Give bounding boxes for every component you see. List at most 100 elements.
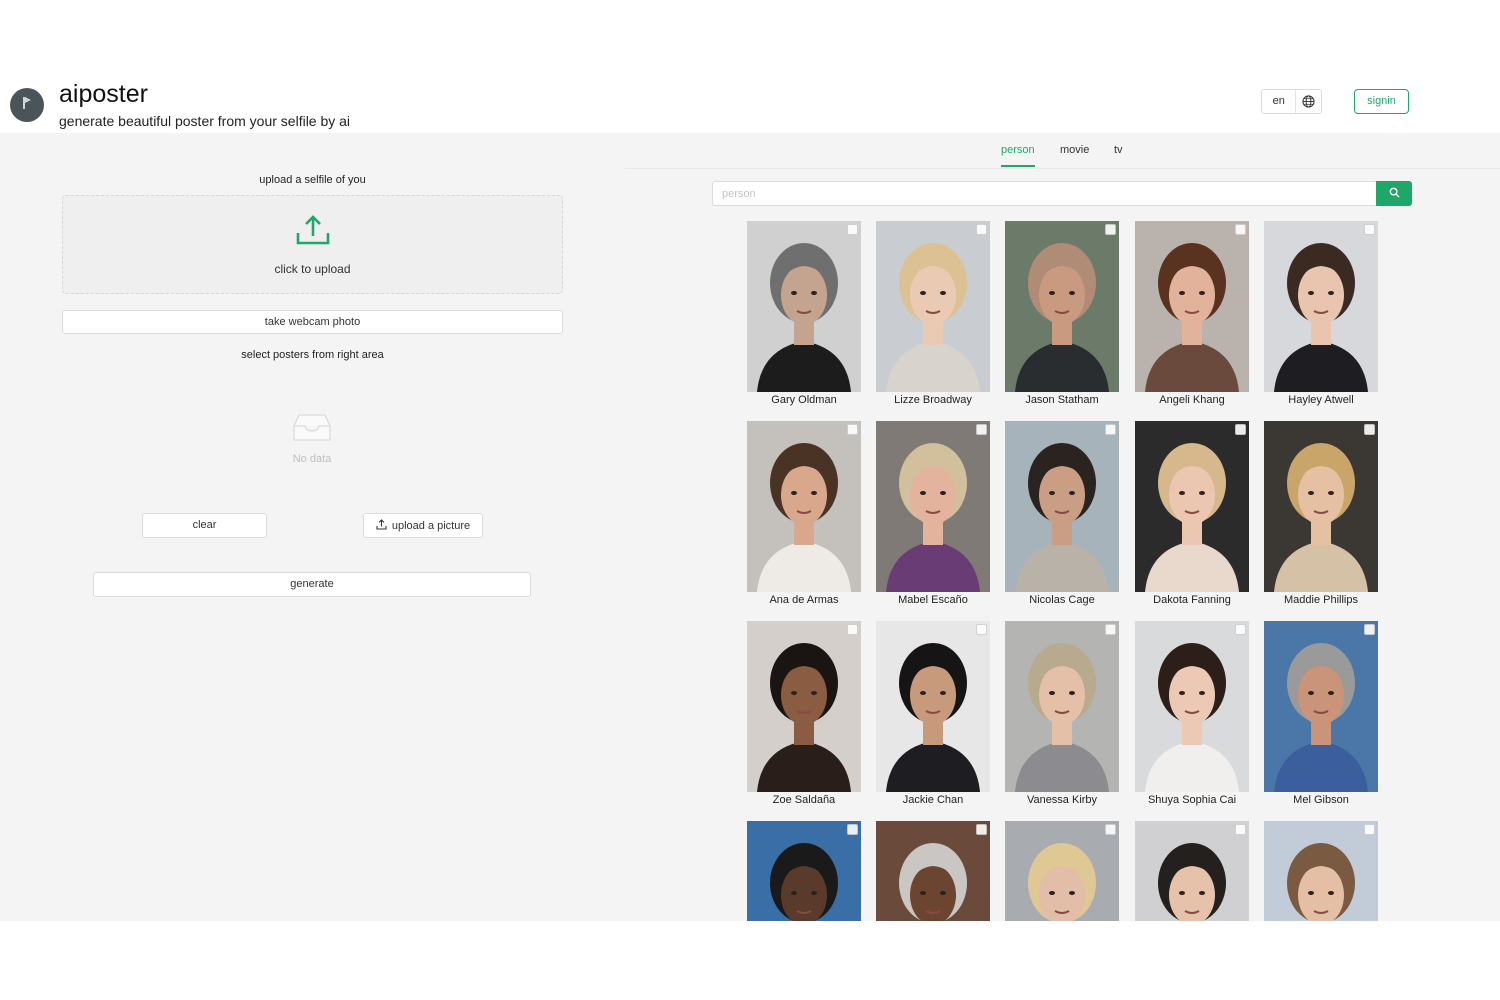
person-photo bbox=[747, 421, 861, 592]
person-card[interactable] bbox=[1005, 821, 1119, 921]
person-name: Dakota Fanning bbox=[1153, 594, 1231, 606]
person-name: Maddie Phillips bbox=[1284, 594, 1358, 606]
generate-button[interactable]: generate bbox=[93, 572, 531, 597]
select-checkbox[interactable] bbox=[1364, 424, 1375, 435]
person-card[interactable]: Dakota Fanning bbox=[1135, 421, 1249, 611]
person-name: Mabel Escaño bbox=[898, 594, 968, 606]
person-photo bbox=[1264, 821, 1378, 921]
person-photo bbox=[1264, 621, 1378, 792]
person-card[interactable]: Maddie Phillips bbox=[1264, 421, 1378, 611]
select-checkbox[interactable] bbox=[1105, 824, 1116, 835]
select-checkbox[interactable] bbox=[976, 624, 987, 635]
person-card[interactable] bbox=[1264, 821, 1378, 921]
search-icon bbox=[1389, 185, 1400, 203]
select-checkbox[interactable] bbox=[1235, 624, 1246, 635]
language-code: en bbox=[1262, 90, 1297, 113]
person-card[interactable]: Hayley Atwell bbox=[1264, 221, 1378, 411]
person-photo bbox=[747, 621, 861, 792]
flag-icon bbox=[23, 97, 31, 109]
person-name: Jason Statham bbox=[1025, 394, 1099, 406]
select-checkbox[interactable] bbox=[1105, 624, 1116, 635]
person-photo bbox=[747, 821, 861, 921]
top-header: aiposter generate beautiful poster from … bbox=[0, 0, 1500, 133]
person-photo bbox=[876, 621, 990, 792]
select-checkbox[interactable] bbox=[1364, 824, 1375, 835]
person-name: Jackie Chan bbox=[902, 794, 964, 806]
search-button[interactable] bbox=[1376, 181, 1412, 206]
select-checkbox[interactable] bbox=[976, 824, 987, 835]
person-card[interactable]: Mabel Escaño bbox=[876, 421, 990, 611]
upload-zone-label: click to upload bbox=[274, 262, 351, 276]
select-checkbox[interactable] bbox=[976, 424, 987, 435]
person-card[interactable]: Vanessa Kirby bbox=[1005, 621, 1119, 811]
person-name: Gary Oldman bbox=[771, 394, 837, 406]
clear-button[interactable]: clear bbox=[142, 513, 267, 538]
select-checkbox[interactable] bbox=[847, 424, 858, 435]
person-photo bbox=[1135, 821, 1249, 921]
tab-movie[interactable]: movie bbox=[1060, 144, 1089, 156]
person-card[interactable] bbox=[747, 821, 861, 921]
person-card[interactable]: Ana de Armas bbox=[747, 421, 861, 611]
person-name: Shuya Sophia Cai bbox=[1147, 794, 1237, 806]
person-name: Vanessa Kirby bbox=[1026, 794, 1098, 806]
person-photo bbox=[876, 421, 990, 592]
app-title: aiposter bbox=[59, 80, 148, 108]
person-card[interactable]: Nicolas Cage bbox=[1005, 421, 1119, 611]
search-input[interactable] bbox=[712, 181, 1376, 206]
language-selector[interactable]: en bbox=[1261, 89, 1322, 114]
person-photo bbox=[1005, 221, 1119, 392]
person-name: Zoe Saldaña bbox=[772, 794, 836, 806]
select-posters-label: select posters from right area bbox=[241, 349, 384, 361]
person-photo bbox=[1135, 421, 1249, 592]
select-checkbox[interactable] bbox=[976, 224, 987, 235]
person-card[interactable]: Zoe Saldaña bbox=[747, 621, 861, 811]
person-card[interactable]: Mel Gibson bbox=[1264, 621, 1378, 811]
upload-heading: upload a selfile of you bbox=[259, 174, 366, 186]
globe-icon[interactable] bbox=[1296, 95, 1321, 108]
person-name: Lizze Broadway bbox=[894, 394, 972, 406]
upload-dropzone[interactable] bbox=[62, 195, 563, 294]
main-area: upload a selfile of you click to upload … bbox=[0, 133, 1500, 921]
person-card[interactable]: Jackie Chan bbox=[876, 621, 990, 811]
select-checkbox[interactable] bbox=[1235, 824, 1246, 835]
person-name: Angeli Khang bbox=[1159, 394, 1225, 406]
upload-icon bbox=[296, 214, 330, 251]
person-photo bbox=[1005, 621, 1119, 792]
person-card[interactable] bbox=[1135, 821, 1249, 921]
select-checkbox[interactable] bbox=[847, 624, 858, 635]
select-checkbox[interactable] bbox=[1105, 224, 1116, 235]
person-name: Mel Gibson bbox=[1293, 794, 1349, 806]
active-tab-indicator bbox=[1001, 165, 1035, 167]
tab-person[interactable]: person bbox=[1001, 144, 1035, 156]
select-checkbox[interactable] bbox=[1235, 424, 1246, 435]
upload-picture-button[interactable]: upload a picture bbox=[363, 513, 483, 538]
select-checkbox[interactable] bbox=[1105, 424, 1116, 435]
person-name: Hayley Atwell bbox=[1288, 394, 1354, 406]
select-checkbox[interactable] bbox=[847, 224, 858, 235]
select-checkbox[interactable] bbox=[847, 824, 858, 835]
webcam-button[interactable]: take webcam photo bbox=[62, 310, 563, 334]
person-card[interactable]: Angeli Khang bbox=[1135, 221, 1249, 411]
select-checkbox[interactable] bbox=[1364, 624, 1375, 635]
tab-tv[interactable]: tv bbox=[1114, 144, 1123, 156]
signin-button[interactable]: signin bbox=[1354, 89, 1409, 114]
person-photo bbox=[1005, 821, 1119, 921]
select-checkbox[interactable] bbox=[1364, 224, 1375, 235]
person-card[interactable]: Gary Oldman bbox=[747, 221, 861, 411]
person-photo bbox=[876, 221, 990, 392]
upload-picture-label: upload a picture bbox=[391, 519, 471, 532]
person-card[interactable] bbox=[876, 821, 990, 921]
person-card[interactable]: Lizze Broadway bbox=[876, 221, 990, 411]
person-card[interactable]: Jason Statham bbox=[1005, 221, 1119, 411]
empty-state-text: No data bbox=[292, 453, 332, 465]
app-subtitle: generate beautiful poster from your self… bbox=[59, 113, 351, 129]
empty-inbox-icon bbox=[293, 412, 331, 447]
person-photo bbox=[1005, 421, 1119, 592]
person-photo bbox=[1135, 621, 1249, 792]
select-checkbox[interactable] bbox=[1235, 224, 1246, 235]
person-photo bbox=[1264, 221, 1378, 392]
person-photo bbox=[876, 821, 990, 921]
app-logo[interactable] bbox=[10, 88, 44, 122]
person-card[interactable]: Shuya Sophia Cai bbox=[1135, 621, 1249, 811]
page-footer-space bbox=[0, 921, 1500, 1000]
